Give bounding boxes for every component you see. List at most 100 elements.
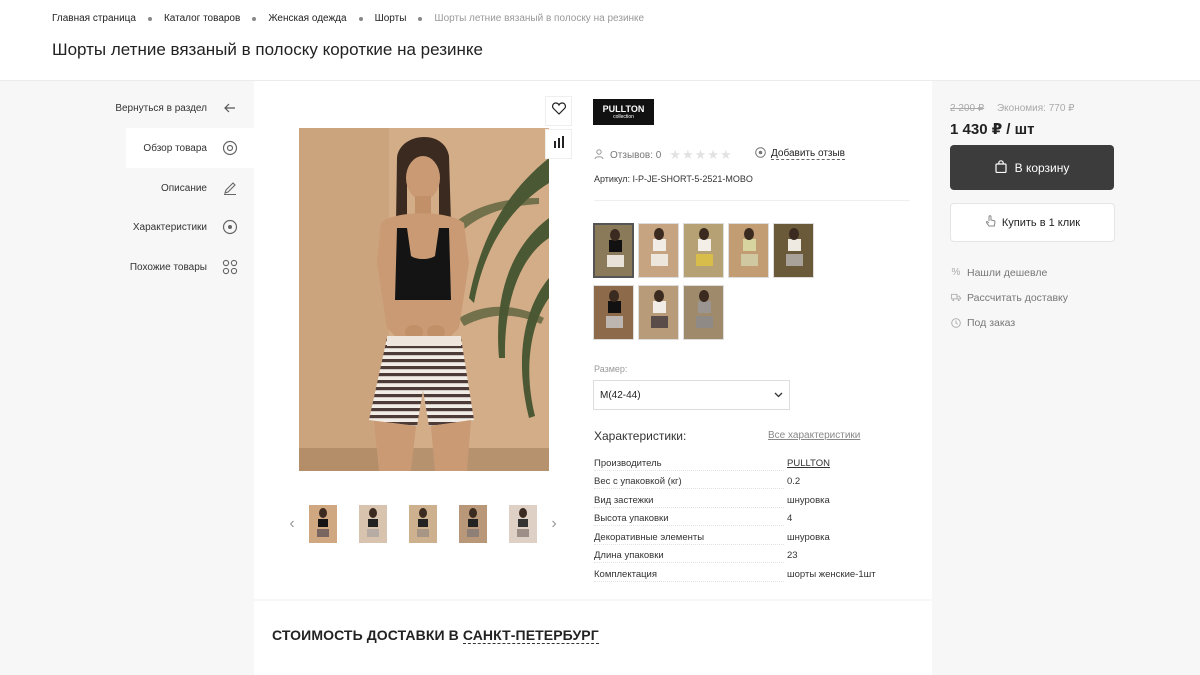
- add-to-cart-button[interactable]: В корзину: [950, 145, 1114, 190]
- characteristics-title: Характеристики:: [594, 429, 687, 443]
- color-variant[interactable]: [773, 223, 814, 278]
- reviews-count: Отзывов: 0: [610, 149, 662, 161]
- color-variant[interactable]: [593, 285, 634, 340]
- target-icon: [755, 147, 766, 161]
- nav-overview[interactable]: Обзор товара: [126, 128, 254, 168]
- characteristics-row: Декоративные элементы шнуровка: [594, 528, 894, 547]
- char-value: 23: [787, 550, 798, 562]
- clock-icon: [951, 317, 961, 328]
- nav-description-label: Описание: [160, 182, 207, 194]
- header: Главная страница Каталог товаров Женская…: [0, 0, 1200, 81]
- preorder-label: Под заказ: [967, 316, 1016, 329]
- grid-icon: [222, 259, 238, 275]
- row-leader: [594, 580, 784, 582]
- breadcrumb-separator: [252, 16, 257, 21]
- found-cheaper-link[interactable]: % Нашли дешевле: [951, 260, 1068, 285]
- sku: Артикул: I-P-JE-SHORT-5-2521-MOBO: [594, 174, 753, 184]
- color-variant[interactable]: [638, 285, 679, 340]
- characteristics-table: Производитель PULLTON Вес с упаковкой (кг…: [594, 454, 894, 584]
- char-value: 4: [787, 513, 793, 525]
- add-review-label: Добавить отзыв: [771, 148, 845, 160]
- nav-characteristics[interactable]: Характеристики: [133, 207, 254, 247]
- old-price: 2 200 ₽: [950, 103, 985, 114]
- purchase-options: % Нашли дешевле Рассчитать доставку Под …: [951, 260, 1068, 335]
- characteristics-row: Комплектация шорты женские-1шт: [594, 565, 894, 584]
- char-key: Высота упаковки: [594, 513, 669, 525]
- heart-icon: [551, 102, 566, 120]
- photo-thumbnails: ‹ ›: [286, 505, 560, 543]
- row-leader: [594, 506, 784, 508]
- chevron-right-icon[interactable]: ›: [548, 515, 560, 532]
- breadcrumb-shorts[interactable]: Шорты: [375, 13, 407, 24]
- add-review-link[interactable]: Добавить отзыв: [755, 147, 845, 161]
- buy-one-click-button[interactable]: Купить в 1 клик: [950, 203, 1115, 242]
- eye-icon: [222, 140, 238, 156]
- preorder-info: Под заказ: [951, 310, 1068, 335]
- thumbnail-1[interactable]: [309, 505, 337, 543]
- nav-back-label: Вернуться в раздел: [115, 102, 207, 114]
- color-variant[interactable]: [683, 223, 724, 278]
- calc-delivery-link[interactable]: Рассчитать доставку: [951, 285, 1068, 310]
- product-main-photo[interactable]: [299, 128, 549, 471]
- char-value: шнуровка: [787, 494, 830, 506]
- nav-description[interactable]: Описание: [161, 168, 254, 208]
- brand-logo[interactable]: PULLTON collection: [593, 99, 654, 125]
- nav-overview-label: Обзор товара: [143, 142, 207, 154]
- color-variant[interactable]: [728, 223, 769, 278]
- char-value: шнуровка: [787, 531, 830, 543]
- characteristics-row: Производитель PULLTON: [594, 454, 894, 473]
- thumbnail-5[interactable]: [509, 505, 537, 543]
- thumbnail-4[interactable]: [459, 505, 487, 543]
- truck-icon: [951, 293, 961, 302]
- old-price-row: 2 200 ₽ Экономия: 770 ₽: [950, 103, 1075, 114]
- percent-icon: %: [951, 267, 961, 278]
- char-value: шорты женские-1шт: [787, 568, 876, 580]
- breadcrumb-women[interactable]: Женская одежда: [268, 13, 346, 24]
- char-key: Длина упаковки: [594, 550, 664, 562]
- breadcrumb-catalog[interactable]: Каталог товаров: [164, 13, 240, 24]
- char-key: Комплектация: [594, 568, 658, 580]
- char-key: Вид застежки: [594, 494, 654, 506]
- thumbnail-2[interactable]: [359, 505, 387, 543]
- delivery-city-link[interactable]: САНКТ-ПЕТЕРБУРГ: [462, 627, 599, 644]
- breadcrumb-separator: [418, 16, 423, 21]
- breadcrumb: Главная страница Каталог товаров Женская…: [52, 13, 644, 24]
- characteristics-row: Длина упаковки 23: [594, 547, 894, 566]
- breadcrumb-current: Шорты летние вязаный в полоску на резинк…: [434, 13, 645, 24]
- color-variant[interactable]: [683, 285, 724, 340]
- page-title: Шорты летние вязаный в полоску короткие …: [52, 40, 483, 59]
- color-variant[interactable]: [593, 223, 634, 278]
- color-variant[interactable]: [638, 223, 679, 278]
- row-leader: [594, 525, 784, 526]
- nav-similar[interactable]: Похожие товары: [130, 247, 254, 287]
- rating-stars: ★★★★★: [669, 147, 733, 162]
- add-to-cart-label: В корзину: [1014, 160, 1070, 175]
- reviews-summary: Отзывов: 0 ★★★★★: [594, 147, 733, 163]
- nav-back-to-section[interactable]: Вернуться в раздел: [115, 88, 254, 128]
- chevron-left-icon[interactable]: ‹: [286, 515, 298, 532]
- breadcrumb-home[interactable]: Главная страница: [52, 13, 136, 24]
- found-cheaper-label: Нашли дешевле: [967, 266, 1048, 279]
- thumbnail-3[interactable]: [409, 505, 437, 543]
- hand-pointer-icon: [985, 215, 996, 230]
- chevron-down-icon: [774, 390, 783, 401]
- delivery-heading: СТОИМОСТЬ ДОСТАВКИ В САНКТ-ПЕТЕРБУРГ: [272, 627, 599, 644]
- breadcrumb-separator: [358, 16, 363, 21]
- characteristics-row: Вид застежки шнуровка: [594, 491, 894, 510]
- size-select[interactable]: M(42-44): [593, 380, 790, 410]
- user-icon: [594, 148, 604, 162]
- favorite-button[interactable]: [545, 96, 572, 126]
- char-key: Вес с упаковкой (кг): [594, 476, 682, 488]
- characteristics-row: Высота упаковки 4: [594, 510, 894, 529]
- compare-button[interactable]: [545, 129, 572, 159]
- row-leader: [594, 543, 784, 545]
- char-value-manufacturer-link[interactable]: PULLTON: [787, 458, 830, 469]
- char-key: Производитель: [594, 457, 662, 469]
- nav-characteristics-label: Характеристики: [132, 221, 207, 233]
- characteristics-row: Вес с упаковкой (кг) 0.2: [594, 473, 894, 492]
- arrow-left-icon: [222, 100, 238, 116]
- target-icon: [222, 219, 238, 235]
- all-characteristics-link[interactable]: Все характеристики: [768, 430, 860, 441]
- buy-one-click-label: Купить в 1 клик: [1001, 216, 1081, 229]
- char-key: Декоративные элементы: [594, 531, 705, 543]
